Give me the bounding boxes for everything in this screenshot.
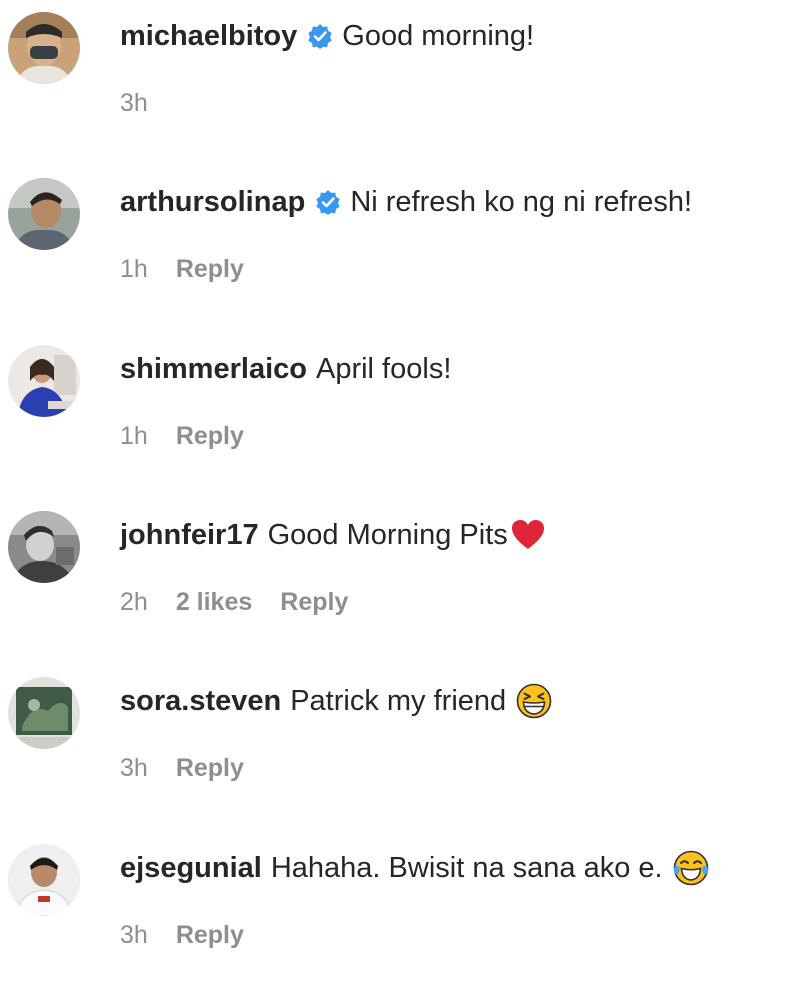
comment-item: arthursolinap Ni refresh ko ng ni refres… (0, 166, 800, 316)
avatar-man-white-shirt-icon (8, 844, 80, 916)
comment-line: arthursolinap Ni refresh ko ng ni refres… (120, 182, 692, 222)
comment-text: Patrick my friend (290, 685, 507, 717)
comment-text: Ni refresh ko ng ni refresh! (350, 186, 693, 218)
username[interactable]: johnfeir17 (120, 515, 259, 555)
reply-button[interactable]: Reply (280, 587, 348, 617)
avatar-grayscale-icon (8, 511, 80, 583)
comment-line: michaelbitoy Good morning! (120, 16, 534, 56)
reply-button[interactable]: Reply (176, 254, 244, 284)
avatar[interactable] (8, 511, 80, 583)
avatar-green-painting-icon (8, 677, 80, 749)
username[interactable]: sora.steven (120, 681, 281, 721)
comment-item: shimmerlaico April fools! 1h Reply (0, 333, 800, 483)
reply-button[interactable]: Reply (176, 421, 244, 451)
verified-badge-icon (308, 24, 332, 49)
username[interactable]: ejsegunial (120, 848, 262, 888)
timestamp[interactable]: 3h (120, 920, 148, 950)
username[interactable]: shimmerlaico (120, 349, 307, 389)
comment-item: johnfeir17 Good Morning Pits 2h 2 likes … (0, 499, 800, 649)
comment-meta: 3h Reply (120, 920, 244, 950)
timestamp[interactable]: 1h (120, 421, 148, 451)
avatar-man-icon (8, 178, 80, 250)
timestamp[interactable]: 3h (120, 88, 148, 118)
comment-item: ejsegunial Hahaha. Bwisit na sana ako e.… (0, 832, 800, 982)
avatar[interactable] (8, 12, 80, 84)
comment-line: ejsegunial Hahaha. Bwisit na sana ako e. (120, 848, 709, 888)
avatar[interactable] (8, 677, 80, 749)
comment-line: johnfeir17 Good Morning Pits (120, 515, 546, 555)
comment-item: michaelbitoy Good morning! 3h (0, 0, 800, 150)
verified-badge-icon (316, 190, 341, 215)
comment-meta: 1h Reply (120, 421, 244, 451)
comment-meta: 1h Reply (120, 254, 244, 284)
timestamp[interactable]: 2h (120, 587, 148, 617)
comment-line: sora.steven Patrick my friend (120, 681, 552, 721)
comment-text: Hahaha. Bwisit na sana ako e. (270, 852, 663, 884)
comment-list: michaelbitoy Good morning! 3h arthursoli… (0, 0, 800, 989)
avatar-masked-man-icon (8, 12, 80, 84)
avatar-woman-blue-dress-icon (8, 345, 80, 417)
comment-line: shimmerlaico April fools! (120, 349, 451, 389)
reply-button[interactable]: Reply (176, 920, 244, 950)
timestamp[interactable]: 3h (120, 753, 148, 783)
red-heart-icon (511, 520, 544, 549)
username[interactable]: michaelbitoy (120, 16, 297, 56)
comment-text: April fools! (315, 353, 452, 385)
username[interactable]: arthursolinap (120, 182, 305, 222)
face-with-tears-of-joy-icon (673, 850, 708, 886)
reply-button[interactable]: Reply (176, 753, 244, 783)
grinning-squinting-face-icon (516, 683, 552, 719)
avatar[interactable] (8, 844, 80, 916)
comment-text: Good Morning Pits (267, 519, 508, 551)
comment-meta: 2h 2 likes Reply (120, 587, 348, 617)
avatar[interactable] (8, 345, 80, 417)
likes-count[interactable]: 2 likes (176, 587, 252, 617)
avatar[interactable] (8, 178, 80, 250)
comment-item: sora.steven Patrick my friend 3h Reply (0, 665, 800, 815)
comment-text: Good morning! (342, 20, 535, 52)
timestamp[interactable]: 1h (120, 254, 148, 284)
comment-meta: 3h (120, 88, 176, 118)
comment-meta: 3h Reply (120, 753, 244, 783)
